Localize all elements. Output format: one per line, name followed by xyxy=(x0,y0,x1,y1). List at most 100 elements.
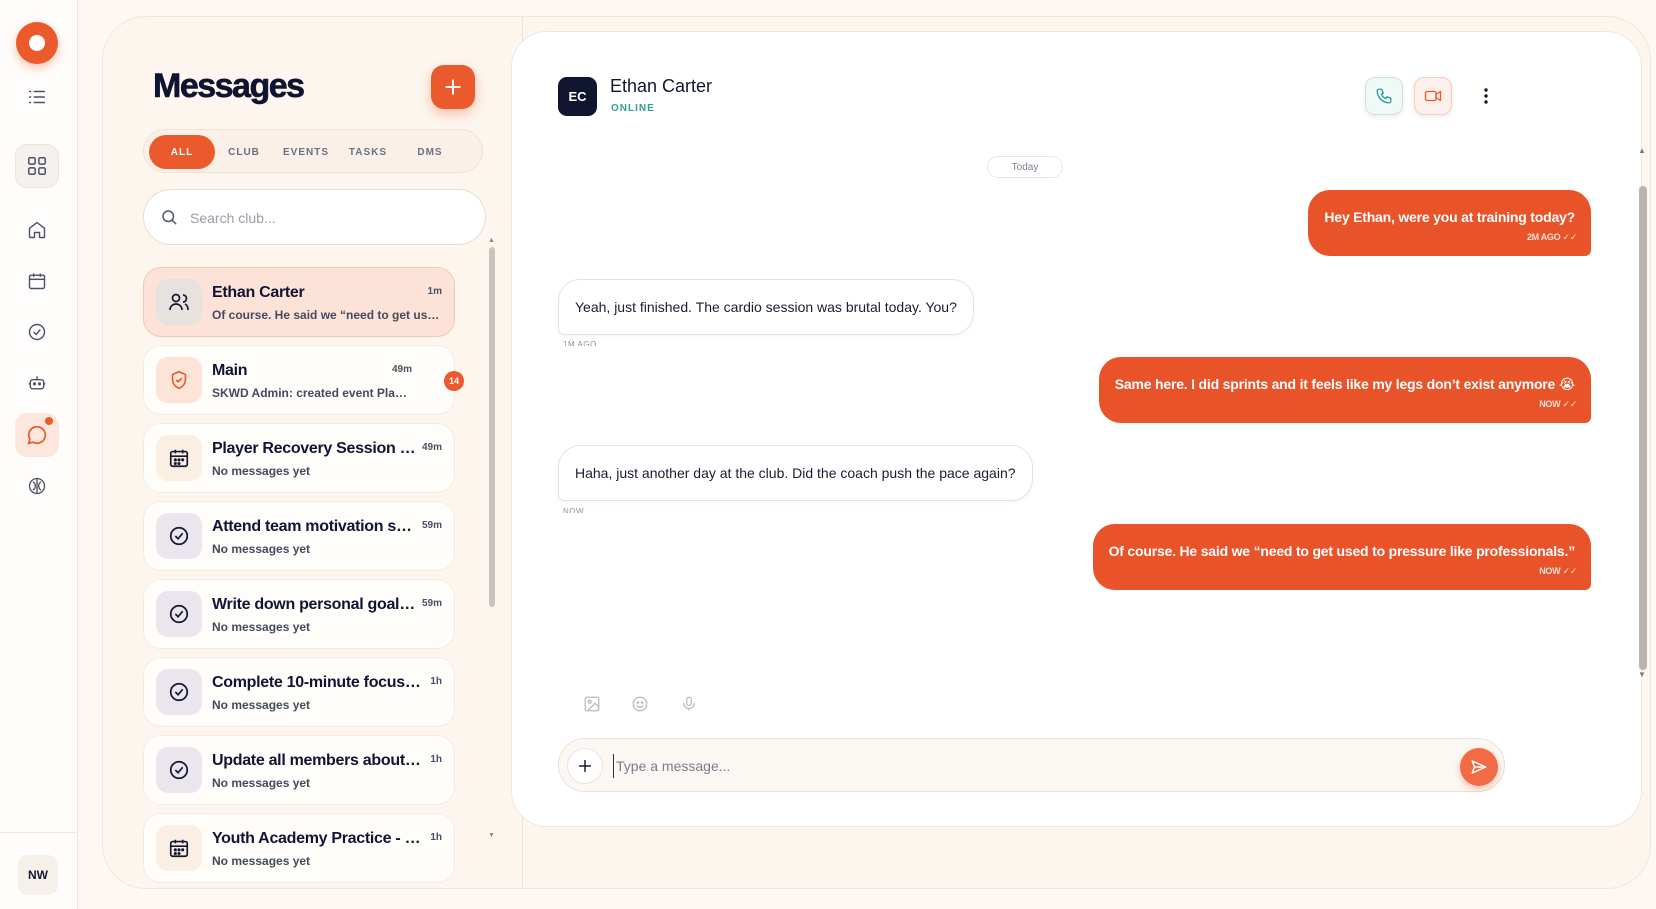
tab-all[interactable]: ALL xyxy=(149,135,215,169)
new-conversation-button[interactable] xyxy=(431,65,475,109)
conversation-name: Update all members about the schedule xyxy=(212,752,422,769)
calendar-icon[interactable] xyxy=(15,259,59,303)
page-title: Messages xyxy=(153,67,306,106)
chat-panel: EC Ethan Carter ONLINE Today Hey Ethan, … xyxy=(511,31,1647,827)
message-incoming: Yeah, just finished. The cardio session … xyxy=(558,279,974,335)
conversation-item-task[interactable]: Complete 10-minute focus exercise 1h No … xyxy=(143,657,455,727)
contact-avatar[interactable]: EC xyxy=(558,77,597,116)
conversation-item-main[interactable]: Main 49m SKWD Admin: created event Playe… xyxy=(143,345,464,415)
date-divider: Today xyxy=(987,156,1063,178)
scroll-down-arrow[interactable]: ▼ xyxy=(488,832,495,839)
conversation-time: 49m xyxy=(421,442,442,453)
message-outgoing: Hey Ethan, were you at training today? 2… xyxy=(1308,190,1591,256)
message-text: Same here. I did sprints and it feels li… xyxy=(1114,376,1575,392)
phone-icon xyxy=(1376,88,1392,104)
tab-tasks[interactable]: TASKS xyxy=(335,135,401,169)
calendar-icon xyxy=(156,825,202,871)
conversation-item-youth-academy[interactable]: Youth Academy Practice - Main 1h No mess… xyxy=(143,813,455,883)
double-check-icon: ✓✓ xyxy=(1562,232,1578,242)
chat-scrollbar[interactable] xyxy=(1639,186,1647,670)
messages-panel: Messages ALL CLUB EVENTS TASKS DMS Ethan… xyxy=(103,17,523,888)
conversation-list: Ethan Carter 1m Of course. He said we “n… xyxy=(103,267,523,888)
check-circle-icon xyxy=(156,747,202,793)
more-options-icon[interactable] xyxy=(1474,84,1498,108)
conversation-name: Player Recovery Session - Main xyxy=(212,440,417,457)
conversation-item-task[interactable]: Update all members about the schedule 1h… xyxy=(143,735,455,805)
message-time: 2M AGO ✓✓ xyxy=(1526,232,1578,242)
menu-icon[interactable] xyxy=(15,75,59,119)
conversation-time: 1h xyxy=(430,832,442,843)
conversation-time: 59m xyxy=(421,598,442,609)
conversation-preview: No messages yet xyxy=(212,698,311,712)
message-time: NOW ✓✓ xyxy=(1539,399,1578,409)
tab-dms[interactable]: DMS xyxy=(397,135,463,169)
emoji-icon[interactable] xyxy=(628,692,652,716)
scroll-up-arrow[interactable]: ▲ xyxy=(1638,146,1646,155)
bot-icon[interactable] xyxy=(15,361,59,405)
contact-status: ONLINE xyxy=(611,103,655,114)
attach-button[interactable] xyxy=(567,748,603,784)
check-circle-icon xyxy=(156,591,202,637)
main-container: Messages ALL CLUB EVENTS TASKS DMS Ethan… xyxy=(102,16,1651,889)
app-logo[interactable] xyxy=(16,22,58,64)
logo-dot xyxy=(29,35,45,51)
search-icon xyxy=(160,208,178,231)
conversation-name: Complete 10-minute focus exercise xyxy=(212,674,424,691)
conversation-name: Attend team motivation session xyxy=(212,518,417,535)
conversation-preview: No messages yet xyxy=(212,464,311,478)
message-time: NOW xyxy=(563,507,585,513)
plus-icon xyxy=(578,759,592,773)
double-check-icon: ✓✓ xyxy=(1562,399,1578,409)
tab-events[interactable]: EVENTS xyxy=(273,135,339,169)
rail-divider xyxy=(0,832,78,833)
conversation-preview: No messages yet xyxy=(212,854,311,868)
conversation-name: Youth Academy Practice - Main xyxy=(212,830,424,847)
brain-icon[interactable] xyxy=(15,464,59,508)
grid-icon[interactable] xyxy=(15,144,59,188)
conversation-item-player-recovery[interactable]: Player Recovery Session - Main 49m No me… xyxy=(143,423,455,493)
app-rail: NW xyxy=(0,0,78,909)
conversation-name: Write down personal goals for the season xyxy=(212,596,417,613)
conversation-name: Ethan Carter xyxy=(212,284,305,301)
filter-tabs: ALL CLUB EVENTS TASKS DMS xyxy=(143,129,483,173)
conversation-preview: SKWD Admin: created event Player Recover… xyxy=(212,386,412,400)
search-input[interactable] xyxy=(190,206,460,230)
message-incoming: Haha, just another day at the club. Did … xyxy=(558,445,1033,501)
scroll-down-arrow[interactable]: ▼ xyxy=(1638,670,1646,679)
search-box xyxy=(143,189,486,245)
shield-icon xyxy=(156,357,202,403)
scroll-up-arrow[interactable]: ▲ xyxy=(488,237,495,244)
conversation-item-ethan-carter[interactable]: Ethan Carter 1m Of course. He said we “n… xyxy=(143,267,455,337)
users-icon xyxy=(156,279,202,325)
message-composer xyxy=(558,738,1505,792)
message-text: Hey Ethan, were you at training today? xyxy=(1324,209,1575,225)
image-icon[interactable] xyxy=(580,692,604,716)
messages-icon[interactable] xyxy=(15,413,59,457)
unread-dot xyxy=(45,417,53,425)
microphone-icon[interactable] xyxy=(677,692,701,716)
conversation-preview: No messages yet xyxy=(212,776,311,790)
conversation-time: 59m xyxy=(421,520,442,531)
check-circle-icon xyxy=(156,513,202,559)
conversation-item-task[interactable]: Write down personal goals for the season… xyxy=(143,579,455,649)
message-input[interactable] xyxy=(613,754,1433,778)
check-circle-icon[interactable] xyxy=(15,310,59,354)
message-text: Haha, just another day at the club. Did … xyxy=(575,465,1016,481)
conversation-preview: No messages yet xyxy=(212,542,311,556)
message-outgoing: Same here. I did sprints and it feels li… xyxy=(1098,357,1591,423)
video-call-button[interactable] xyxy=(1414,77,1452,115)
calendar-icon xyxy=(156,435,202,481)
voice-call-button[interactable] xyxy=(1365,77,1403,115)
conversation-item-task[interactable]: Attend team motivation session 59m No me… xyxy=(143,501,455,571)
conversation-list-scrollbar[interactable] xyxy=(489,247,495,607)
plus-icon xyxy=(445,79,461,95)
message-outgoing: Of course. He said we “need to get used … xyxy=(1092,524,1591,590)
home-icon[interactable] xyxy=(15,208,59,252)
send-button[interactable] xyxy=(1460,748,1498,786)
contact-name: Ethan Carter xyxy=(610,76,713,96)
user-avatar[interactable]: NW xyxy=(18,855,58,895)
message-text: Yeah, just finished. The cardio session … xyxy=(575,299,957,315)
tab-club[interactable]: CLUB xyxy=(211,135,277,169)
message-time: 1M AGO xyxy=(563,340,597,346)
unread-count-badge: 14 xyxy=(444,371,464,391)
